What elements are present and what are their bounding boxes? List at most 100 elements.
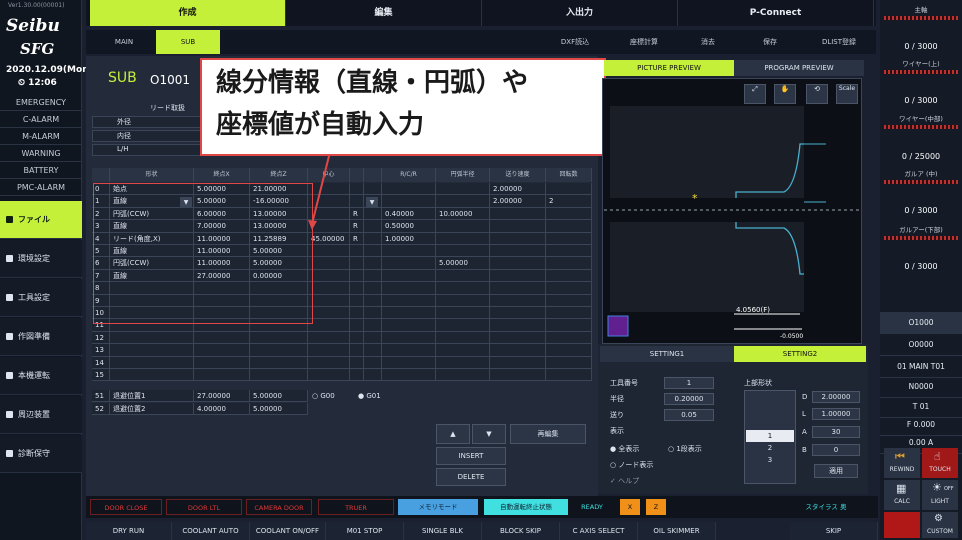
table-cell[interactable]: 2.00000 <box>490 183 546 196</box>
table-cell[interactable] <box>546 307 592 320</box>
table-cell[interactable] <box>490 282 546 295</box>
table-cell[interactable] <box>308 294 350 307</box>
rewind-button[interactable]: ⏮ REWIND <box>884 448 920 478</box>
table-cell[interactable] <box>546 356 592 369</box>
table-cell[interactable]: 4.00000 <box>194 402 250 415</box>
table-cell[interactable] <box>250 344 308 357</box>
radio-g01[interactable]: ● G01 <box>358 392 381 400</box>
table-cell[interactable] <box>250 369 308 382</box>
table-cell[interactable]: 2 <box>546 195 592 208</box>
table-cell[interactable] <box>364 232 382 245</box>
table-cell[interactable] <box>436 269 490 283</box>
radius-input[interactable]: 0.20000 <box>664 393 714 405</box>
table-cell[interactable] <box>436 232 490 245</box>
table-cell[interactable] <box>382 269 436 283</box>
table-cell[interactable] <box>350 331 364 345</box>
table-cell[interactable]: 退避位置2 <box>110 402 194 415</box>
table-cell[interactable] <box>546 369 592 382</box>
table-cell[interactable] <box>364 257 382 270</box>
light-button[interactable]: ☀ OFF LIGHT <box>922 480 958 510</box>
table-cell[interactable] <box>490 232 546 245</box>
table-cell[interactable] <box>350 269 364 283</box>
table-cell[interactable] <box>490 331 546 345</box>
table-cell[interactable] <box>382 245 436 258</box>
table-cell[interactable]: 退避位置1 <box>110 390 194 403</box>
table-row[interactable]: 12 <box>92 331 592 345</box>
table-cell[interactable] <box>110 331 194 345</box>
table-cell[interactable] <box>364 207 382 221</box>
insert-button[interactable]: INSERT <box>436 447 506 465</box>
table-cell[interactable] <box>350 183 364 196</box>
rotate-icon[interactable]: ⟲ <box>806 84 828 104</box>
table-cell[interactable] <box>490 319 546 332</box>
table-cell[interactable] <box>364 319 382 332</box>
table-cell[interactable] <box>490 207 546 221</box>
table-cell[interactable]: 5.00000 <box>436 257 490 270</box>
tab-program-preview[interactable]: PROGRAM PREVIEW <box>734 60 864 76</box>
table-cell[interactable] <box>308 245 350 258</box>
tab-sub[interactable]: SUB <box>156 30 220 54</box>
move-down-button[interactable]: ▼ <box>472 424 506 444</box>
table-cell[interactable] <box>350 344 364 357</box>
apply-button[interactable]: 適用 <box>814 464 858 478</box>
table-cell[interactable] <box>350 369 364 382</box>
table-cell[interactable] <box>364 344 382 357</box>
table-cell[interactable] <box>490 369 546 382</box>
table-cell[interactable] <box>490 245 546 258</box>
table-cell[interactable] <box>350 294 364 307</box>
table-cell[interactable] <box>308 307 350 320</box>
table-cell[interactable] <box>436 369 490 382</box>
dlist-register-button[interactable]: DLIST登録 <box>806 30 872 54</box>
m01-stop-button[interactable]: M01 STOP <box>326 522 404 540</box>
table-cell[interactable]: 2.00000 <box>490 195 546 208</box>
table-cell[interactable]: 27.00000 <box>194 390 250 403</box>
table-cell[interactable] <box>364 294 382 307</box>
shape-dropdown-icon[interactable]: ▼ <box>366 197 378 208</box>
tool-no-input[interactable]: 1 <box>664 377 714 389</box>
table-cell[interactable] <box>364 245 382 258</box>
table-cell[interactable]: 51 <box>92 390 110 403</box>
table-cell[interactable] <box>546 220 592 233</box>
table-cell[interactable] <box>364 269 382 283</box>
tab-setting2[interactable]: SETTING2 <box>734 346 866 362</box>
table-cell[interactable] <box>308 344 350 357</box>
table-cell[interactable]: 1.00000 <box>382 232 436 245</box>
nav-operation[interactable]: 本機運転 <box>0 357 82 395</box>
nav-peripheral[interactable]: 周辺装置 <box>0 396 82 434</box>
radio-g00[interactable]: ○ G00 <box>312 392 335 400</box>
nav-file[interactable]: ファイル <box>0 201 82 239</box>
table-cell[interactable] <box>436 307 490 320</box>
table-row[interactable]: 14 <box>92 356 592 369</box>
table-cell[interactable] <box>382 282 436 295</box>
table-cell[interactable] <box>364 307 382 320</box>
retract-row[interactable]: 51 退避位置1 27.00000 5.00000 <box>92 390 308 403</box>
table-cell[interactable] <box>546 207 592 221</box>
oil-skimmer-button[interactable]: OIL SKIMMER <box>638 522 716 540</box>
table-cell[interactable] <box>350 282 364 295</box>
table-cell[interactable] <box>436 294 490 307</box>
table-cell[interactable]: R <box>350 232 364 245</box>
nav-diagnosis[interactable]: 診断保守 <box>0 435 82 473</box>
table-cell[interactable] <box>364 282 382 295</box>
table-cell[interactable] <box>436 344 490 357</box>
table-cell[interactable] <box>546 344 592 357</box>
table-cell[interactable] <box>436 195 490 208</box>
table-cell[interactable] <box>382 356 436 369</box>
coolant-auto-button[interactable]: COOLANT AUTO <box>172 522 250 540</box>
dry-run-button[interactable]: DRY RUN <box>86 522 172 540</box>
tab-create[interactable]: 作成 <box>90 0 286 26</box>
table-cell[interactable] <box>490 356 546 369</box>
feed-input[interactable]: 0.05 <box>664 409 714 421</box>
table-cell[interactable] <box>110 356 194 369</box>
tab-edit[interactable]: 編集 <box>286 0 482 26</box>
calc-button[interactable]: ▦ CALC <box>884 480 920 510</box>
table-cell[interactable] <box>110 344 194 357</box>
re-edit-button[interactable]: 再編集 <box>510 424 586 444</box>
table-cell[interactable] <box>436 183 490 196</box>
table-cell[interactable] <box>350 307 364 320</box>
table-cell[interactable] <box>308 369 350 382</box>
table-cell[interactable] <box>350 245 364 258</box>
block-skip-button[interactable]: BLOCK SKIP <box>482 522 560 540</box>
table-cell[interactable] <box>382 344 436 357</box>
table-cell[interactable] <box>546 294 592 307</box>
